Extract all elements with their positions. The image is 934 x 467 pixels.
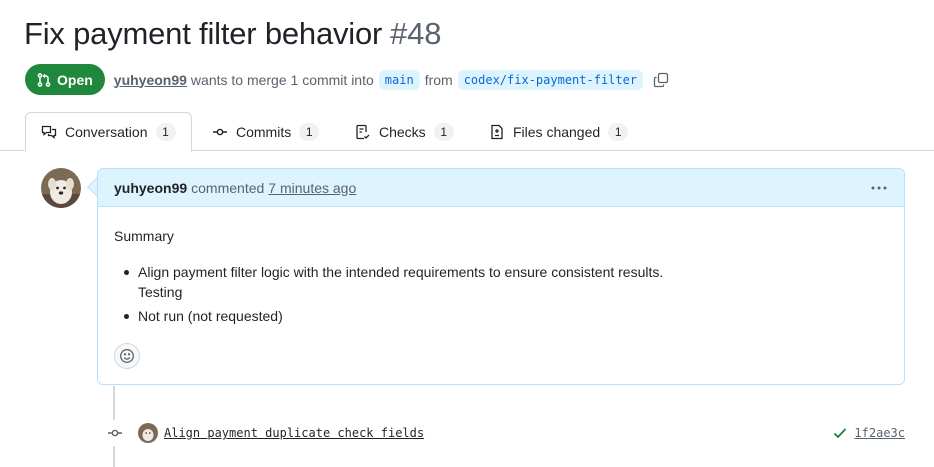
check-icon[interactable] [832,425,848,441]
add-reaction-button[interactable] [114,343,140,369]
checklist-icon [356,124,370,139]
comment-header: yuhyeon99 commented 7 minutes ago [98,169,904,207]
pr-title-text: Fix payment filter behavior [24,16,383,51]
pr-meta: Open yuhyeon99 wants to merge 1 commit i… [25,64,669,95]
pr-tabs: Conversation 1 Commits 1 Checks 1 Files … [0,112,934,152]
tab-checks-count: 1 [433,122,454,141]
comment-body: Summary Align payment filter logic with … [98,207,904,326]
base-branch[interactable]: main [378,69,420,90]
tab-commits-count: 1 [299,122,320,141]
commit-meta: 1f2ae3c [832,425,905,441]
comment-timestamp-link[interactable]: 7 minutes ago [268,180,356,196]
from-text: from [424,71,453,88]
tab-conversation[interactable]: Conversation 1 [25,112,192,152]
smiley-icon [120,349,134,363]
git-commit-icon [213,128,227,135]
tab-checks[interactable]: Checks 1 [355,112,454,151]
pr-state-badge: Open [25,64,105,95]
pr-number: #48 [390,16,442,51]
comment-action: commented [191,179,265,196]
comment-box: yuhyeon99 commented 7 minutes ago Summar… [97,168,905,385]
git-commit-icon [102,420,128,446]
comment-author-link[interactable]: yuhyeon99 [114,180,187,196]
file-diff-icon [491,124,503,139]
avatar[interactable] [41,168,81,208]
tab-conversation-count: 1 [155,123,176,141]
merge-text: wants to merge 1 commit into [190,71,374,88]
pr-state-label: Open [57,71,93,88]
pr-title: Fix payment filter behavior #48 [24,16,441,52]
commit-message-link[interactable]: Align payment duplicate check fields [164,426,424,440]
commit-sha-link[interactable]: 1f2ae3c [854,426,905,440]
pr-author-link[interactable]: yuhyeon99 [114,72,187,88]
list-item: Align payment filter logic with the inte… [124,262,888,302]
comment-discussion-icon [41,125,57,139]
tab-checks-label: Checks [379,123,426,140]
tab-files-changed-count: 1 [608,122,629,141]
copy-icon[interactable] [653,72,669,88]
tab-files-changed-label: Files changed [513,123,601,140]
comment-list: Align payment filter logic with the inte… [114,262,888,326]
list-item-text: Testing [138,284,183,300]
tab-conversation-label: Conversation [65,124,148,140]
list-item-text: Align payment filter logic with the inte… [138,264,664,280]
kebab-menu-icon[interactable] [870,180,888,196]
tab-commits[interactable]: Commits 1 [212,112,320,151]
git-pull-request-icon [37,72,51,87]
list-item: Not run (not requested) [124,306,888,326]
commit-author-avatar[interactable] [138,423,158,443]
tab-commits-label: Commits [236,123,292,140]
head-branch[interactable]: codex/fix-payment-filter [457,69,644,90]
commit-row: Align payment duplicate check fields 1f2… [138,421,905,445]
summary-heading: Summary [114,228,174,244]
tab-files-changed[interactable]: Files changed 1 [489,112,629,151]
